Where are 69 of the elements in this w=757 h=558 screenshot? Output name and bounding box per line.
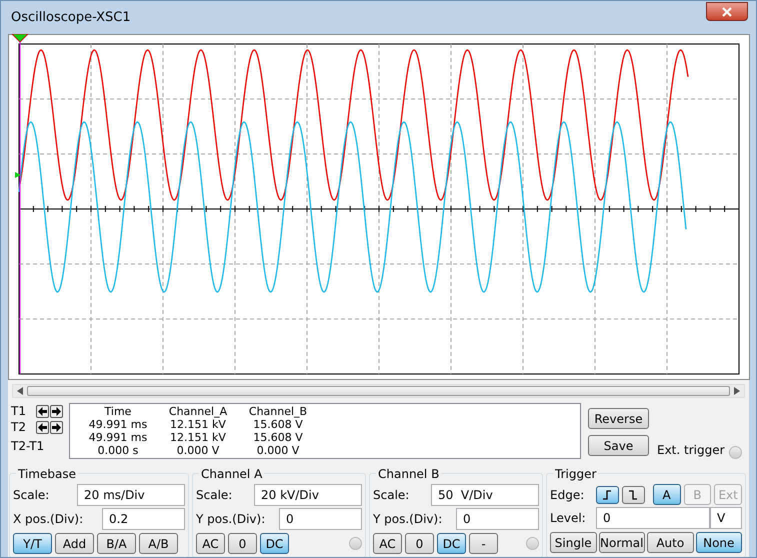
toggle-button[interactable]: Auto [647,532,694,553]
scroll-left-icon [17,387,23,395]
readout-value: 15.608 V [252,418,304,431]
radio-indicator [728,446,742,459]
readout-value: 0.000 s [96,444,140,457]
toggle-button[interactable]: Y/T [13,533,52,554]
window-title: Oscilloscope-XSC1 [11,8,131,27]
close-icon [722,6,732,16]
input-field[interactable]: 20 ms/Div [77,484,185,506]
field-label: Scale: [373,487,410,504]
readout-value: 12.151 kV [169,418,227,431]
toggle-button[interactable]: Normal [598,532,645,553]
toggle-button[interactable]: - [469,533,498,554]
readout-value: 12.151 kV [169,431,227,444]
left-arrow-button[interactable] [36,420,49,434]
right-arrow-button[interactable] [50,404,63,418]
input-field[interactable]: 20 kV/Div [254,484,362,506]
horizontal-scrollbar[interactable] [12,384,745,398]
field-label: Level: [550,510,587,527]
input-field[interactable]: 0 [279,508,362,530]
column-header: Time [104,405,132,418]
toggle-button[interactable]: Single [550,532,596,553]
toggle-button[interactable]: AC [196,533,225,554]
radio-indicator [526,537,539,550]
input-field[interactable]: 0 [596,507,710,529]
close-button[interactable] [706,2,748,21]
field-label: Scale: [196,487,232,504]
trigger-marker-icon [15,172,21,178]
action-button[interactable]: Reverse [588,408,649,429]
toggle-button[interactable]: 0 [228,533,257,554]
readout-value: 0.000 V [256,444,300,457]
toggle-button[interactable]: AC [373,533,402,554]
cursor-label: T2 [11,419,27,435]
toggle-button[interactable]: B/A [97,533,136,554]
column-header: Channel_A [168,405,228,418]
scroll-right-icon [734,387,740,395]
toggle-button[interactable]: None [696,532,742,553]
field-label: Y pos.(Div): [373,511,442,528]
toggle-button[interactable]: DC [260,533,289,554]
input-field[interactable]: 0.2 [102,508,185,530]
readout-value: 15.608 V [252,431,304,444]
toggle-button[interactable]: A/B [139,533,178,554]
toggle-button[interactable]: 0 [405,533,434,554]
falling-edge-icon [627,488,640,500]
input-field[interactable]: 0 [456,508,539,530]
cursor-marker-icon [11,34,29,43]
readout-value: 0.000 V [176,444,220,457]
rising-edge-icon [601,488,614,500]
field-label: Scale: [13,487,50,504]
edge-button[interactable] [622,486,645,504]
readout-value: 49.991 ms [88,431,148,444]
left-arrow-button[interactable] [36,404,49,418]
radio-indicator [349,537,362,550]
column-header: Channel_B [248,405,308,418]
cursor-label: T1 [11,403,27,419]
ext-trigger-label: Ext. trigger [657,442,725,459]
edge-button[interactable] [596,486,619,504]
action-button[interactable]: Save [588,435,649,456]
readout-value: 49.991 ms [88,418,148,431]
toggle-button[interactable]: Add [55,533,94,554]
right-arrow-button[interactable] [50,420,63,434]
toggle-button[interactable]: DC [437,533,466,554]
field-label: Y pos.(Div): [196,511,266,528]
input-field[interactable]: V [710,507,742,529]
field-label: X pos.(Div): [13,511,84,528]
input-field[interactable]: 50 V/Div [431,484,539,506]
difference-label: T2-T1 [11,438,46,455]
source-button[interactable]: A [652,484,681,505]
field-label: Edge: [550,486,586,504]
